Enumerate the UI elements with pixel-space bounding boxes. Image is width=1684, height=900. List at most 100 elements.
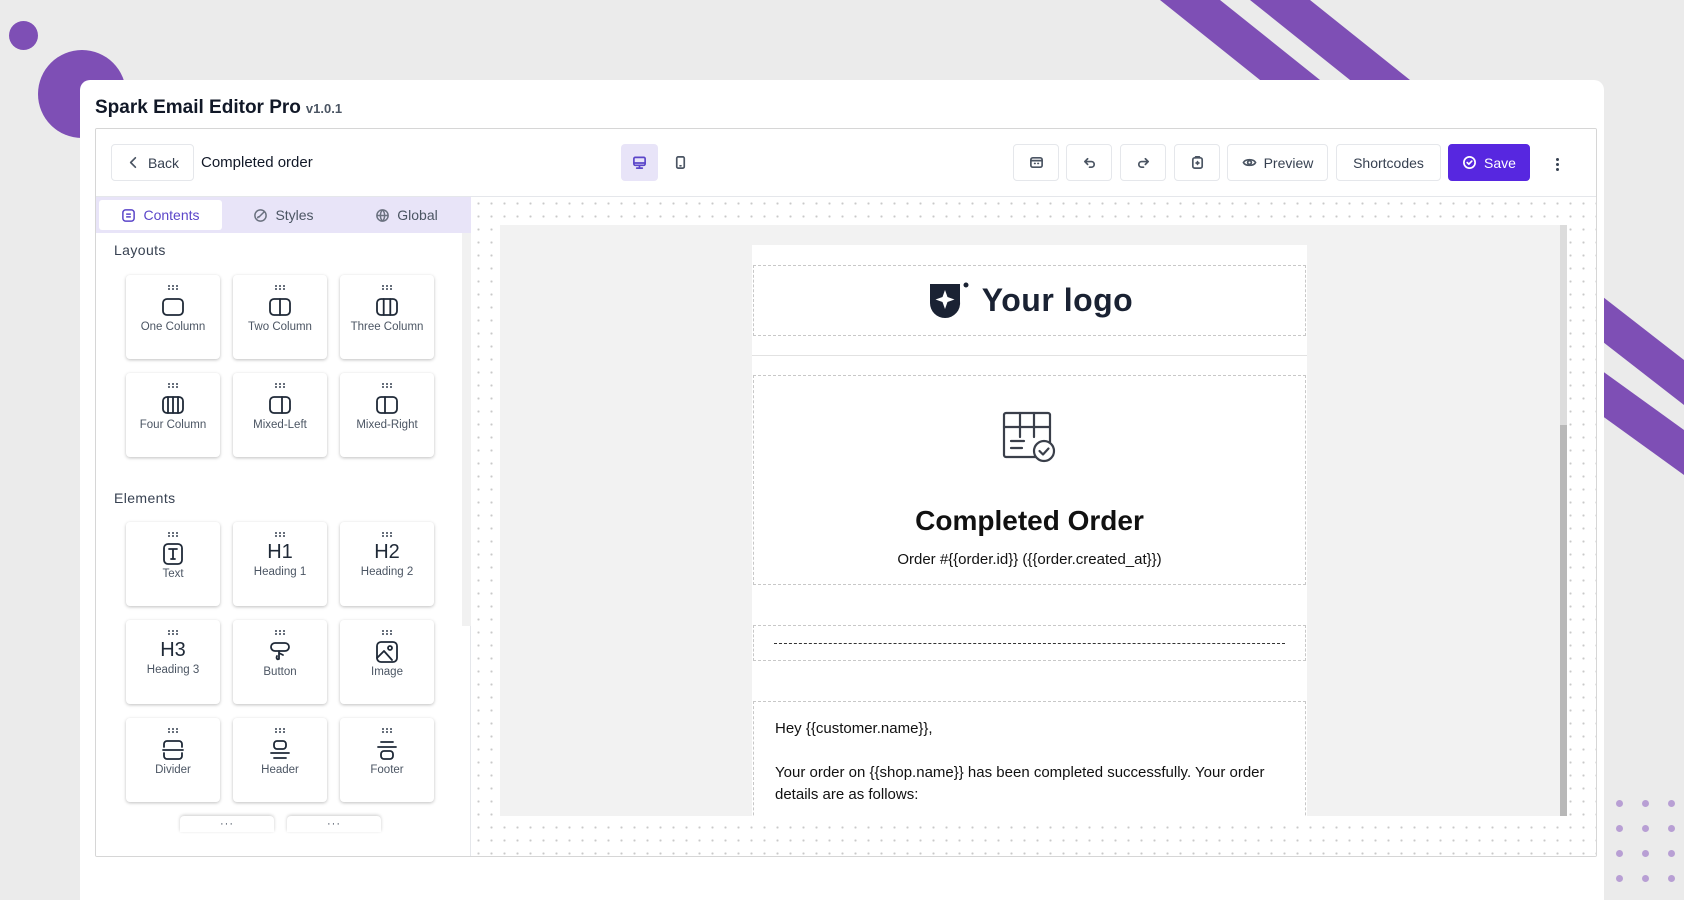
element-heading-3[interactable]: H3 Heading 3: [126, 620, 220, 704]
tile-label: Image: [371, 666, 403, 678]
decor-stripes-top: [1160, 0, 1410, 80]
element-button[interactable]: Button: [233, 620, 327, 704]
drag-handle-icon: [274, 383, 286, 388]
globe-icon: [376, 208, 390, 222]
app-name: Spark Email Editor Pro: [95, 97, 301, 118]
layout-four-column[interactable]: Four Column: [126, 373, 220, 457]
undo-icon: [1083, 157, 1095, 169]
elements-heading: Elements: [114, 490, 176, 506]
logo-block[interactable]: Your logo: [753, 265, 1306, 336]
tablet-view-button[interactable]: [662, 144, 699, 181]
body-text: Your order on {{shop.name}} has been com…: [775, 764, 1265, 803]
desktop-view-button[interactable]: [621, 144, 658, 181]
divider-line: [774, 642, 1285, 644]
back-button[interactable]: Back: [111, 144, 194, 181]
tile-label: Heading 2: [360, 566, 414, 578]
element-text[interactable]: Text: [126, 522, 220, 606]
list-icon: [122, 208, 136, 222]
tab-styles[interactable]: Styles: [222, 200, 345, 230]
shortcodes-label: Shortcodes: [1353, 154, 1424, 171]
element-image[interactable]: Image: [340, 620, 434, 704]
drag-handle-icon: [381, 285, 393, 290]
text-block[interactable]: Hey {{customer.name}}, Your order on {{s…: [753, 701, 1306, 816]
heading-3-icon: H3: [160, 639, 186, 661]
shortcodes-button[interactable]: Shortcodes: [1336, 144, 1441, 181]
four-column-icon: [162, 396, 184, 414]
element-footer[interactable]: Footer: [340, 718, 434, 802]
tab-contents[interactable]: Contents: [99, 200, 222, 230]
element-header[interactable]: Header: [233, 718, 327, 802]
drag-handle-icon: [381, 383, 393, 388]
drag-handle-icon: [274, 630, 286, 635]
logo-icon: [929, 282, 969, 318]
app-window: Spark Email Editor Pro v1.0.1 Back Comple…: [80, 80, 1604, 900]
redo-button[interactable]: [1120, 144, 1166, 181]
layout-one-column[interactable]: One Column: [126, 275, 220, 359]
preview-label: Preview: [1263, 154, 1314, 171]
footer-icon: [377, 741, 397, 760]
tile-label: Three Column: [350, 321, 424, 333]
drag-handle-icon: [167, 630, 179, 635]
tile-label: Divider: [155, 764, 191, 776]
check-circle-icon: [1463, 156, 1476, 169]
tile-label: Text: [162, 568, 184, 580]
tile-label: Mixed-Left: [253, 419, 307, 431]
greeting-text: Hey {{customer.name}},: [775, 720, 933, 737]
tile-label: Button: [263, 666, 297, 678]
email-body: Your logo Completed Order Order #{{order…: [752, 245, 1307, 816]
canvas-scrollbar[interactable]: [1560, 225, 1567, 816]
tab-global[interactable]: Global: [345, 200, 468, 230]
canvas-scrollbar-thumb[interactable]: [1560, 425, 1567, 816]
decor-circle-small: [9, 21, 38, 50]
element-heading-1[interactable]: H1 Heading 1: [233, 522, 327, 606]
tablet-icon: [675, 156, 686, 169]
one-column-icon: [162, 298, 184, 316]
drag-handle-icon: [167, 383, 179, 388]
drag-handle-icon: [167, 532, 179, 537]
document-name[interactable]: Completed order: [201, 154, 313, 171]
tile-label: Heading 1: [253, 566, 307, 578]
drag-handle-icon: [274, 532, 286, 537]
drag-handle-icon: [274, 285, 286, 290]
element-divider[interactable]: Divider: [126, 718, 220, 802]
editor-canvas: Your logo Completed Order Order #{{order…: [472, 197, 1596, 856]
element-tile-partial[interactable]: ···: [287, 816, 381, 832]
hero-block[interactable]: Completed Order Order #{{order.id}} ({{o…: [753, 375, 1306, 585]
decor-dots: [1616, 800, 1675, 882]
monitor-icon: [633, 156, 646, 169]
header-icon: [270, 740, 290, 759]
clipboard-icon: [1191, 156, 1203, 169]
layout-three-column[interactable]: Three Column: [340, 275, 434, 359]
template-settings-button[interactable]: [1013, 144, 1059, 181]
email-subtitle: Order #{{order.id}} ({{order.created_at}…: [897, 551, 1162, 568]
undo-button[interactable]: [1066, 144, 1112, 181]
save-draft-button[interactable]: [1174, 144, 1220, 181]
preview-button[interactable]: Preview: [1227, 144, 1328, 181]
more-options-icon[interactable]: [1547, 154, 1567, 174]
app-title: Spark Email Editor Pro v1.0.1: [95, 97, 342, 119]
sidebar-panel: Layouts One Column Two Column Three Colu…: [96, 233, 462, 856]
sidebar: Contents Styles Global Layouts One Colum…: [96, 197, 471, 856]
text-icon: [163, 543, 183, 565]
element-tile-partial[interactable]: ···: [180, 816, 274, 832]
drag-handle-icon: ···: [327, 818, 341, 830]
drag-handle-icon: ···: [220, 818, 234, 830]
drag-handle-icon: [381, 532, 393, 537]
layout-mixed-right[interactable]: Mixed-Right: [340, 373, 434, 457]
layouts-heading: Layouts: [114, 242, 166, 258]
element-heading-2[interactable]: H2 Heading 2: [340, 522, 434, 606]
tile-label: Footer: [370, 764, 404, 776]
layout-mixed-left[interactable]: Mixed-Left: [233, 373, 327, 457]
divider-block[interactable]: [753, 625, 1306, 661]
email-preview-area: Your logo Completed Order Order #{{order…: [500, 225, 1567, 816]
divider-icon: [162, 740, 184, 760]
drag-handle-icon: [274, 728, 286, 733]
tab-contents-label: Contents: [143, 207, 200, 223]
toolbar: Back Completed order Preview Shortcodes …: [96, 129, 1596, 197]
layout-two-column[interactable]: Two Column: [233, 275, 327, 359]
heading-2-icon: H2: [374, 541, 400, 563]
sidebar-scrollbar[interactable]: [462, 233, 471, 626]
save-label: Save: [1484, 154, 1516, 171]
save-button[interactable]: Save: [1448, 144, 1530, 181]
package-check-icon: [1002, 411, 1055, 463]
